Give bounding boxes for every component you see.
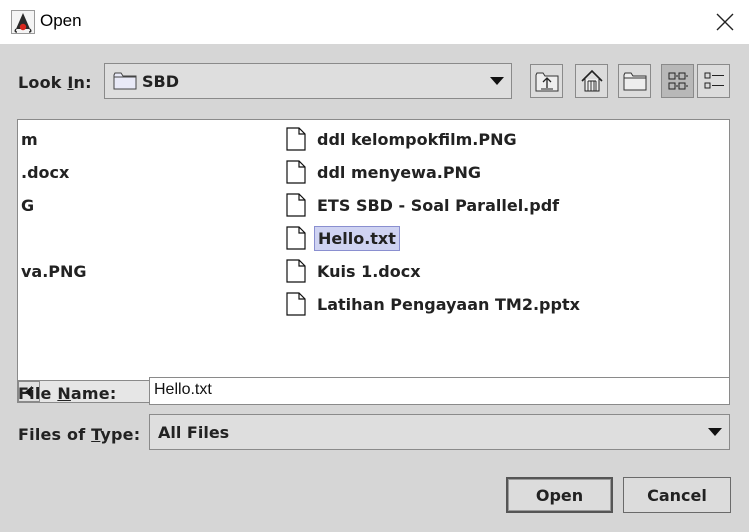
file-name: Hello.txt — [314, 225, 400, 251]
open-button[interactable]: Open — [506, 477, 613, 513]
file-icon — [286, 193, 306, 217]
file-name: ETS SBD - Soal Parallel.pdf — [317, 195, 560, 215]
file-name-label: File Name: — [18, 384, 117, 403]
file-type-value: All Files — [158, 423, 230, 442]
close-button[interactable] — [700, 0, 749, 44]
file-name: Latihan Pengayaan TM2.pptx — [317, 294, 580, 314]
file-name: ddl menyewa.PNG — [317, 162, 482, 182]
file-list[interactable]: m .docx Gva.PNG ddl kelompokfilm.PNG ddl me… — [17, 119, 730, 403]
list-item[interactable]: Latihan Pengayaan TM2.pptx — [286, 289, 583, 319]
list-item[interactable]: va.PNG — [18, 256, 90, 286]
chevron-down-icon[interactable] — [708, 428, 722, 436]
file-name: ddl kelompokfilm.PNG — [317, 129, 517, 149]
file-type-label: Files of Type: — [18, 425, 141, 444]
file-icon — [286, 259, 306, 283]
new-folder-icon — [623, 72, 646, 91]
list-item[interactable]: G — [18, 190, 37, 220]
list-view-icon — [668, 72, 688, 90]
list-item[interactable]: ddl kelompokfilm.PNG — [286, 124, 520, 154]
home-button[interactable] — [575, 64, 608, 98]
file-icon — [286, 292, 306, 316]
file-name: G — [21, 195, 35, 215]
new-folder-button[interactable] — [618, 64, 651, 98]
look-in-value: SBD — [142, 72, 179, 91]
java-duke-icon — [11, 10, 35, 34]
list-item[interactable]: ddl menyewa.PNG — [286, 157, 484, 187]
file-type-combo[interactable]: All Files — [149, 414, 730, 450]
list-item[interactable]: Hello.txt — [286, 223, 400, 253]
window-title: Open — [40, 11, 82, 30]
file-name-input[interactable]: Hello.txt — [149, 377, 730, 405]
cancel-button[interactable]: Cancel — [623, 477, 731, 513]
list-item[interactable]: ETS SBD - Soal Parallel.pdf — [286, 190, 562, 220]
up-folder-icon — [535, 72, 558, 92]
list-view-button[interactable] — [661, 64, 694, 98]
file-icon — [286, 160, 306, 184]
file-name — [18, 236, 24, 240]
details-view-icon — [704, 72, 724, 89]
file-icon — [286, 127, 306, 151]
list-item[interactable]: m — [18, 124, 41, 154]
list-item[interactable]: Kuis 1.docx — [286, 256, 424, 286]
list-item — [18, 223, 24, 253]
file-name: va.PNG — [21, 261, 87, 281]
look-in-label: Look In: — [18, 73, 92, 92]
dialog-content: Look In: SBD m .docx G va.PNG ddl kelomp… — [0, 44, 749, 532]
list-item — [18, 289, 24, 319]
home-icon — [580, 69, 603, 92]
file-icon — [286, 226, 306, 250]
look-in-combo[interactable]: SBD — [104, 63, 512, 99]
file-name: .docx — [21, 162, 70, 182]
file-name — [18, 302, 24, 306]
details-view-button[interactable] — [697, 64, 730, 98]
file-name: Kuis 1.docx — [317, 261, 421, 281]
folder-icon — [113, 72, 137, 90]
file-name: m — [21, 129, 38, 149]
chevron-down-icon[interactable] — [490, 77, 504, 85]
close-icon — [716, 13, 733, 31]
title-bar: Open — [0, 0, 749, 44]
up-one-level-button[interactable] — [530, 64, 563, 98]
list-item[interactable]: .docx — [18, 157, 72, 187]
